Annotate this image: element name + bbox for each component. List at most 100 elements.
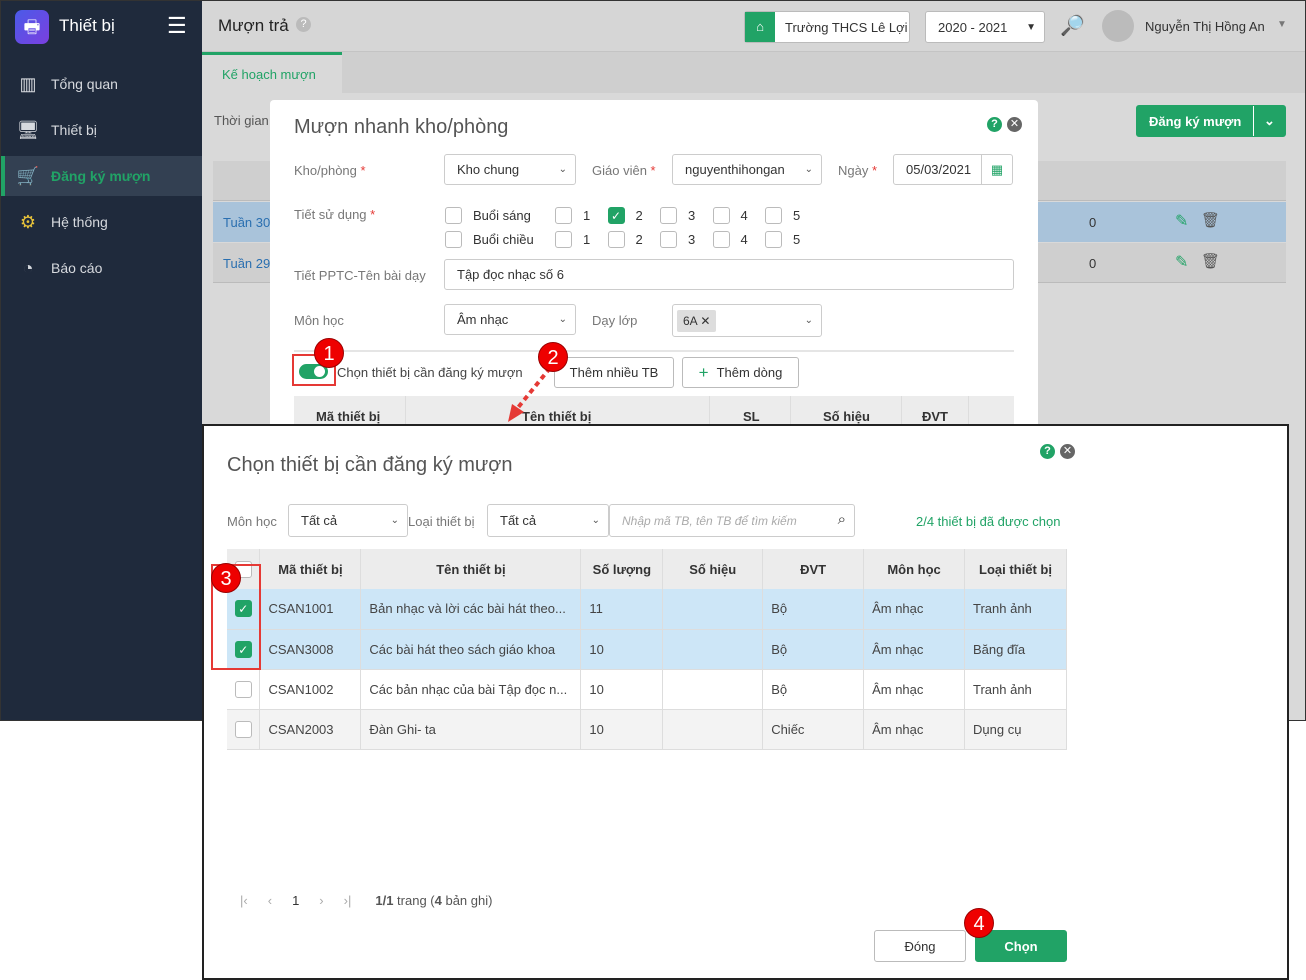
sidebar-item-borrow[interactable]: 🛒 Đăng ký mượn [1, 156, 202, 196]
period-label: 1 [583, 232, 591, 247]
unit-cell: Chiếc [762, 709, 865, 750]
dialog-title: Mượn nhanh kho/phòng [294, 116, 509, 138]
type-filter-select[interactable]: Tất cả ⌄ [487, 504, 609, 537]
table-row[interactable]: CSAN1002 Các bản nhạc của bài Tập đọc n.… [227, 669, 1067, 710]
next-page-icon[interactable]: › [319, 893, 323, 908]
search-tool-icon[interactable]: 🔎 [1060, 13, 1085, 38]
chevron-down-icon: ⌄ [558, 164, 567, 175]
choose-button[interactable]: Chọn [975, 930, 1067, 962]
class-select[interactable]: 6A ✕ ⌄ [672, 304, 822, 337]
help-icon[interactable]: ? [987, 115, 1002, 132]
edit-icon[interactable]: ✎ [1175, 252, 1188, 272]
prev-page-icon[interactable]: ‹ [268, 893, 272, 908]
col-qty: SL [743, 409, 760, 424]
date-value: 05/03/2021 [906, 162, 972, 177]
help-icon[interactable]: ? [296, 17, 311, 32]
period-label: 2 [635, 232, 643, 247]
chevron-down-icon[interactable]: ⌄ [1253, 106, 1285, 136]
period-label: 1 [583, 208, 591, 223]
kho-value: Kho chung [457, 162, 520, 177]
period-checkbox[interactable] [765, 207, 782, 224]
row-checkbox[interactable] [234, 680, 252, 698]
subject-cell: Âm nhạc [863, 709, 965, 750]
name-cell: Các bài hát theo sách giáo khoa [360, 629, 582, 670]
close-button[interactable]: Đóng [874, 930, 966, 962]
period-checkbox[interactable] [712, 231, 730, 248]
chevron-down-icon: ⌄ [591, 515, 600, 526]
avatar[interactable] [1102, 10, 1134, 42]
search-input[interactable]: Nhập mã TB, tên TB để tìm kiếm ⌕ [609, 504, 855, 537]
user-name[interactable]: Nguyễn Thị Hồng An [1145, 19, 1265, 34]
period-checkbox[interactable] [660, 207, 677, 224]
period-checkbox[interactable]: ✓ [607, 207, 625, 224]
period-checkbox[interactable] [555, 231, 572, 248]
sidebar-item-overview[interactable]: ▥ Tổng quan [1, 64, 202, 104]
school-selector[interactable]: ⌂ Trường THCS Lê Lợi [744, 11, 910, 43]
row-checkbox[interactable] [234, 720, 252, 738]
pagination: |‹ ‹ 1 › ›| 1/1 trang (4 bản ghi) [240, 893, 492, 908]
add-row-button[interactable]: + Thêm dòng [682, 357, 799, 388]
period-checkbox[interactable] [765, 231, 782, 248]
table-row[interactable]: CSAN2003 Đàn Ghi- ta 10 Chiếc Âm nhạc Dụ… [227, 709, 1067, 750]
qty-cell: 10 [580, 709, 664, 750]
week-cell: Tuần 29 [223, 256, 271, 271]
class-label: Dạy lớp [592, 313, 638, 328]
menu-icon[interactable]: ☰ [167, 13, 187, 39]
help-icon[interactable]: ? [1040, 442, 1055, 459]
kho-label: Kho/phòng * [294, 163, 366, 178]
period-checkbox[interactable] [607, 231, 625, 248]
chevron-down-icon: ⌄ [804, 315, 813, 326]
sidebar-item-devices[interactable]: 🖥 Thiết bị [1, 110, 202, 150]
toggle-label: Chọn thiết bị cần đăng ký mượn [337, 365, 523, 380]
divider [294, 350, 1014, 352]
afternoon-checkbox[interactable] [445, 231, 462, 248]
teacher-select[interactable]: nguyenthihongan ⌄ [672, 154, 822, 185]
week-cell: Tuần 30 [223, 215, 271, 230]
last-page-icon[interactable]: ›| [344, 893, 352, 908]
type-cell: Tranh ảnh [964, 589, 1067, 630]
first-page-icon[interactable]: |‹ [240, 893, 248, 908]
school-icon: ⌂ [745, 12, 775, 42]
period-checkbox[interactable] [555, 207, 572, 224]
period-checkbox[interactable] [660, 231, 677, 248]
unit-cell: Bộ [762, 629, 865, 670]
col-serial: Số hiệu [823, 409, 870, 424]
teacher-value: nguyenthihongan [685, 162, 785, 177]
period-checkbox[interactable] [712, 207, 730, 224]
col-name: Tên thiết bị [360, 549, 582, 589]
register-borrow-button[interactable]: Đăng ký mượn ⌄ [1136, 105, 1286, 137]
lesson-input[interactable]: Tập đọc nhạc số 6 [444, 259, 1014, 290]
remove-tag-icon[interactable]: ✕ [700, 314, 710, 328]
add-many-button[interactable]: Thêm nhiều TB [554, 357, 674, 388]
sidebar-item-reports[interactable]: ◔ Báo cáo [1, 248, 202, 288]
close-icon[interactable]: ✕ [1060, 442, 1075, 459]
chevron-down-icon[interactable]: ▼ [1277, 19, 1287, 30]
date-input[interactable]: 05/03/2021 ▦ [893, 154, 1013, 185]
year-select[interactable]: 2020 - 2021 ▼ [925, 11, 1045, 43]
name-cell: Đàn Ghi- ta [360, 709, 582, 750]
sidebar-item-system[interactable]: ⚙ Hệ thống [1, 202, 202, 242]
close-icon[interactable]: ✕ [1007, 115, 1022, 132]
row-select-cell[interactable] [227, 669, 261, 710]
code-cell: CSAN1002 [259, 669, 362, 710]
row-select-cell[interactable] [227, 709, 261, 750]
current-page[interactable]: 1 [292, 893, 299, 908]
table-row[interactable]: ✓ CSAN1001 Bản nhạc và lời các bài hát t… [227, 589, 1067, 630]
subject-select[interactable]: Âm nhạc ⌄ [444, 304, 576, 335]
device-table: Mã thiết bị Tên thiết bị Số lượng Số hiệ… [227, 549, 1067, 750]
plus-icon: + [698, 362, 709, 382]
search-icon[interactable]: ⌕ [838, 511, 846, 528]
lesson-label: Tiết PPTC-Tên bài dạy [294, 268, 426, 283]
trash-icon[interactable]: 🗑 [1201, 252, 1220, 270]
type-filter-label: Loại thiết bị [408, 514, 475, 529]
trash-icon[interactable]: 🗑 [1201, 211, 1220, 229]
morning-checkbox[interactable] [445, 207, 462, 224]
table-row[interactable]: ✓ CSAN3008 Các bài hát theo sách giáo kh… [227, 629, 1067, 670]
period-label: 3 [688, 232, 696, 247]
calendar-icon[interactable]: ▦ [981, 155, 1012, 184]
serial-cell [662, 669, 764, 710]
edit-icon[interactable]: ✎ [1175, 211, 1188, 231]
subject-filter-select[interactable]: Tất cả ⌄ [288, 504, 408, 537]
tab-borrow-plan[interactable]: Kế hoạch mượn [202, 52, 342, 93]
kho-select[interactable]: Kho chung ⌄ [444, 154, 576, 185]
